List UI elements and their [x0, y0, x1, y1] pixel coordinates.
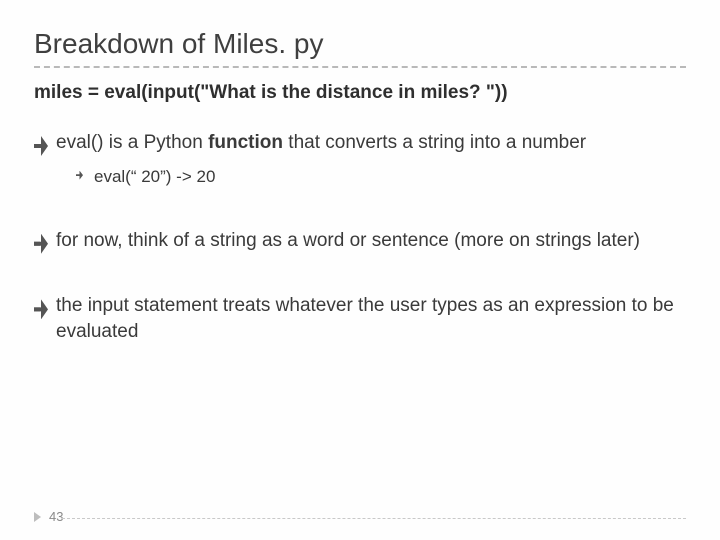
- bullet-text-bold: function: [208, 132, 283, 153]
- bullet-text-pre: eval() is a Python: [56, 132, 208, 153]
- sub-bullet-item: eval(“ 20”) -> 20: [76, 166, 686, 188]
- bullet-text-post: that converts a string into a number: [283, 132, 586, 153]
- bullet-item: for now, think of a string as a word or …: [34, 228, 686, 254]
- sub-bullet-list: eval(“ 20”) -> 20: [56, 166, 686, 188]
- bullet-item: the input statement treats whatever the …: [34, 293, 686, 344]
- slide-title: Breakdown of Miles. py: [34, 28, 686, 60]
- slide: Breakdown of Miles. py miles = eval(inpu…: [0, 0, 720, 540]
- bullet-text: for now, think of a string as a word or …: [56, 230, 640, 251]
- code-line: miles = eval(input("What is the distance…: [34, 82, 686, 104]
- bullet-text: the input statement treats whatever the …: [56, 295, 674, 342]
- slide-footer: 43: [34, 509, 63, 524]
- bullet-list: eval() is a Python function that convert…: [34, 130, 686, 345]
- bullet-item: eval() is a Python function that convert…: [34, 130, 686, 188]
- footer-arrow-icon: [34, 512, 41, 522]
- page-number: 43: [49, 509, 63, 524]
- title-divider: [34, 66, 686, 68]
- footer-divider: [62, 518, 686, 519]
